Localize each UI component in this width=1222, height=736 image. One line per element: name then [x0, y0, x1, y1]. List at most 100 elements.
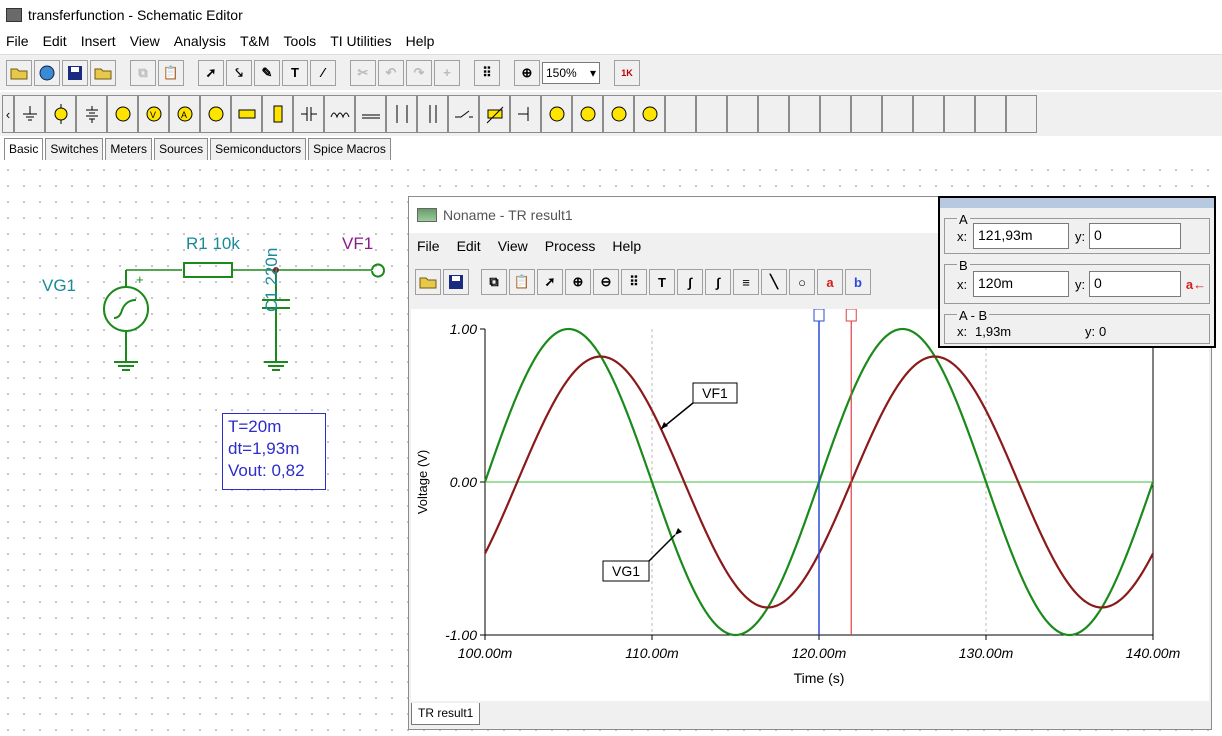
inductor-icon[interactable]: [324, 95, 355, 133]
zoom-100-icon[interactable]: ⊖: [593, 269, 619, 295]
tab-tr-result1[interactable]: TR result1: [411, 703, 481, 725]
menu-insert[interactable]: Insert: [81, 33, 116, 49]
empty-slot: [1006, 95, 1037, 133]
cursor-a-handle: [845, 308, 857, 322]
save-button[interactable]: [443, 269, 469, 295]
info-text-box[interactable]: T=20m dt=1,93m Vout: 0,82: [222, 413, 326, 490]
ic-2-icon[interactable]: [572, 95, 603, 133]
tr-menu-view[interactable]: View: [498, 238, 528, 254]
menu-analysis[interactable]: Analysis: [174, 33, 226, 49]
empty-slot: [913, 95, 944, 133]
transformer-2-icon[interactable]: [417, 95, 448, 133]
cursor-a-icon[interactable]: a: [817, 269, 843, 295]
switch-icon[interactable]: [448, 95, 479, 133]
line-tool-icon[interactable]: ╲: [761, 269, 787, 295]
menu-file[interactable]: File: [6, 33, 29, 49]
ac-source-icon[interactable]: [107, 95, 138, 133]
pencil-icon[interactable]: ✎: [254, 59, 280, 86]
menu-tm[interactable]: T&M: [240, 33, 270, 49]
diff-y-label: y:: [1085, 324, 1096, 339]
y-tick-label: -1.00: [445, 627, 477, 643]
text-tool-icon[interactable]: T: [649, 269, 675, 295]
scroll-left-icon[interactable]: ‹: [2, 95, 14, 133]
tab-switches[interactable]: Switches: [45, 138, 104, 160]
ohmmeter-icon[interactable]: [200, 95, 231, 133]
tr-menu-help[interactable]: Help: [612, 238, 641, 254]
select-arrow-icon[interactable]: ➚: [537, 269, 563, 295]
a-x-field[interactable]: 121,93m: [973, 223, 1069, 249]
transformer-icon[interactable]: [386, 95, 417, 133]
voltmeter-icon[interactable]: V: [138, 95, 169, 133]
curve-tool-1-icon[interactable]: ∫: [677, 269, 703, 295]
zoom-value: 150%: [546, 65, 577, 80]
undo-icon[interactable]: ↶: [378, 59, 404, 86]
component-icon[interactable]: 1K: [614, 59, 640, 86]
voltage-source-icon[interactable]: [45, 95, 76, 133]
battery-icon[interactable]: [76, 95, 107, 133]
redo-icon[interactable]: ↷: [406, 59, 432, 86]
tr-menu-file[interactable]: File: [417, 238, 440, 254]
paste-button[interactable]: 📋: [509, 269, 535, 295]
resistor-icon[interactable]: [231, 95, 262, 133]
grid-icon[interactable]: ⠿: [621, 269, 647, 295]
label-pointer: [648, 534, 676, 562]
tab-meters[interactable]: Meters: [105, 138, 153, 160]
menu-help[interactable]: Help: [406, 33, 435, 49]
open-folder-button[interactable]: [415, 269, 441, 295]
a-x-label: x:: [957, 229, 968, 244]
cut-icon[interactable]: ✂: [350, 59, 376, 86]
browse-icon[interactable]: [34, 59, 60, 86]
wire-end-icon[interactable]: [510, 95, 541, 133]
ic-1-icon[interactable]: [541, 95, 572, 133]
tab-basic[interactable]: Basic: [4, 138, 44, 160]
open-file-button[interactable]: [90, 59, 116, 86]
menu-ti-utilities[interactable]: TI Utilities: [330, 33, 391, 49]
paste-button[interactable]: 📋: [158, 59, 184, 86]
cursor-b-icon[interactable]: b: [845, 269, 871, 295]
cursor-panel-header: [940, 198, 1214, 208]
hs-1-icon[interactable]: [603, 95, 634, 133]
curve-tool-3-icon[interactable]: ≡: [733, 269, 759, 295]
zoom-select[interactable]: 150% ▾: [542, 61, 600, 84]
capacitor-icon[interactable]: [293, 95, 324, 133]
swap-cursor-button[interactable]: a←: [1185, 271, 1207, 297]
tab-semiconductors[interactable]: Semiconductors: [210, 138, 307, 160]
b-y-field[interactable]: 0: [1089, 271, 1181, 297]
zoom-in-icon[interactable]: ⊕: [565, 269, 591, 295]
menu-view[interactable]: View: [130, 33, 160, 49]
title-bar: transferfunction - Schematic Editor: [0, 0, 1222, 30]
zoom-icon[interactable]: ⊕: [514, 59, 540, 86]
a-y-field[interactable]: 0: [1089, 223, 1181, 249]
tab-spice-macros[interactable]: Spice Macros: [308, 138, 391, 160]
info-line-dt: dt=1,93m: [228, 439, 300, 458]
x-axis-label: Time (s): [794, 670, 845, 686]
variable-resistor-icon[interactable]: [479, 95, 510, 133]
open-folder-button[interactable]: [6, 59, 32, 86]
hs-2-icon[interactable]: [634, 95, 665, 133]
menu-edit[interactable]: Edit: [43, 33, 67, 49]
ammeter-icon[interactable]: A: [169, 95, 200, 133]
copy-button[interactable]: ⧉: [130, 59, 156, 86]
grid-icon[interactable]: ⠿: [474, 59, 500, 86]
measure-icon[interactable]: ⁄: [310, 59, 336, 86]
junction-icon[interactable]: +: [434, 59, 460, 86]
curve-tool-2-icon[interactable]: ∫: [705, 269, 731, 295]
tab-sources[interactable]: Sources: [154, 138, 209, 160]
coil-icon[interactable]: [355, 95, 386, 133]
ground-icon[interactable]: [14, 95, 45, 133]
component-toolbar: ‹ V A: [0, 92, 1222, 136]
tr-menu-process[interactable]: Process: [545, 238, 596, 254]
select-arrow-icon[interactable]: ➚: [198, 59, 224, 86]
circle-tool-icon[interactable]: ○: [789, 269, 815, 295]
text-tool-icon[interactable]: T: [282, 59, 308, 86]
empty-slot: [665, 95, 696, 133]
vf1-label-text: VF1: [702, 385, 728, 401]
potentiometer-icon[interactable]: [262, 95, 293, 133]
save-button[interactable]: [62, 59, 88, 86]
copy-button[interactable]: ⧉: [481, 269, 507, 295]
b-x-field[interactable]: 120m: [973, 271, 1069, 297]
tr-menu-edit[interactable]: Edit: [457, 238, 481, 254]
menu-tools[interactable]: Tools: [284, 33, 317, 49]
wire-tool-icon[interactable]: ⤥: [226, 59, 252, 86]
plot-area[interactable]: 100.00m 110.00m 120.00m 130.00m 140.00m 1.00 0…: [411, 308, 1209, 701]
